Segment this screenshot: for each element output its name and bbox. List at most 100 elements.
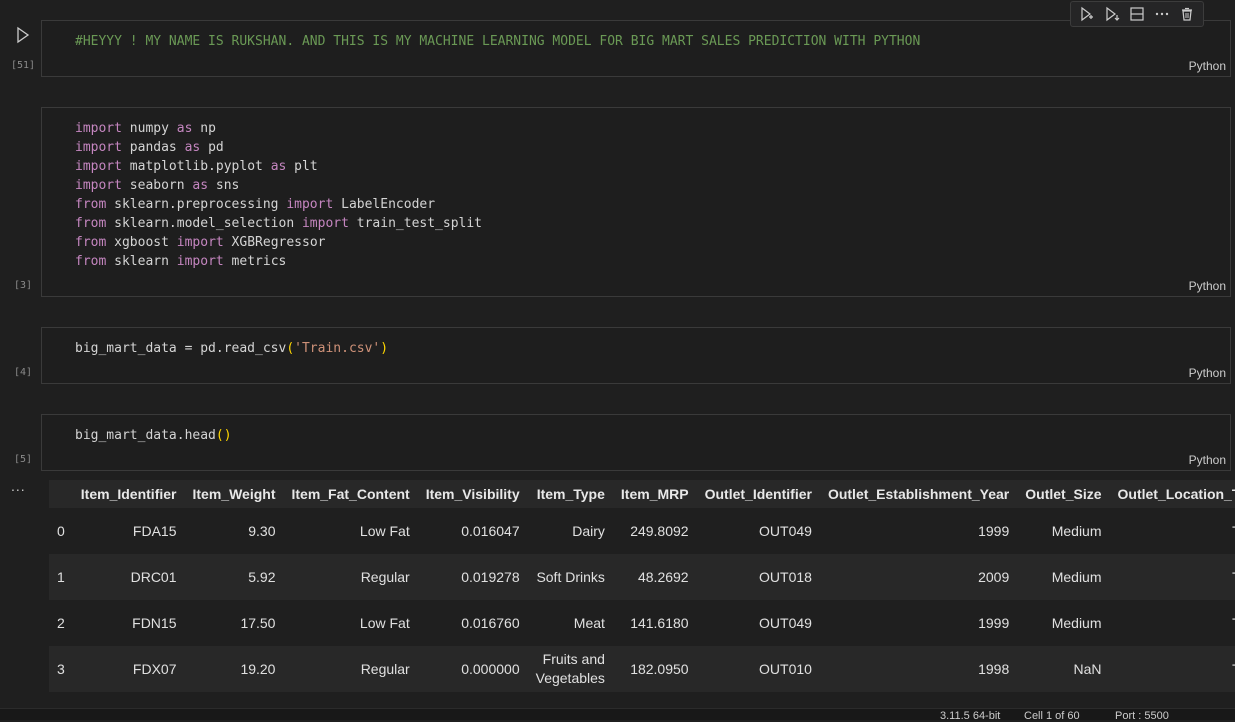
table-cell: 1998 — [820, 646, 1017, 692]
code-text: train_test_split — [349, 216, 482, 231]
table-cell: FDN15 — [73, 600, 185, 646]
live-server-port[interactable]: Port : 5500 — [1115, 710, 1169, 722]
table-cell: Tier — [1110, 646, 1235, 692]
code-paren: ) — [224, 428, 232, 443]
markdown-code-cell[interactable]: #HEYYY ! MY NAME IS RUKSHAN. AND THIS IS… — [41, 20, 1231, 77]
code-line: from xgboost import XGBRegressor — [75, 233, 482, 252]
table-cell: FDA15 — [73, 508, 185, 554]
code-keyword: import — [75, 178, 122, 193]
code-line: from sklearn.preprocessing import LabelE… — [75, 195, 482, 214]
cell-language-label[interactable]: Python — [1189, 279, 1226, 293]
table-cell: Soft Drinks — [528, 554, 613, 600]
code-cell[interactable]: big_mart_data = pd.read_csv('Train.csv')… — [41, 327, 1231, 384]
column-header: Item_Fat_Content — [283, 480, 417, 508]
table-cell: OUT010 — [697, 646, 820, 692]
code-paren: ( — [216, 428, 224, 443]
table-cell: 48.2692 — [613, 554, 697, 600]
table-cell: OUT049 — [697, 600, 820, 646]
table-cell: 19.20 — [185, 646, 284, 692]
execute-below-icon[interactable] — [1102, 4, 1122, 24]
column-header: Outlet_Size — [1017, 480, 1109, 508]
table-cell: 1999 — [820, 508, 1017, 554]
code-cell[interactable]: big_mart_data.head() Python — [41, 414, 1231, 471]
column-header: Outlet_Location_Typ — [1110, 480, 1235, 508]
column-header: Outlet_Establishment_Year — [820, 480, 1017, 508]
code-keyword: import — [286, 197, 333, 212]
execution-count: [51] — [11, 60, 41, 71]
split-cell-icon[interactable] — [1127, 4, 1147, 24]
code-keyword: import — [75, 140, 122, 155]
status-bar: 3.11.5 64-bit Cell 1 of 60 Port : 5500 — [0, 708, 1235, 720]
table-cell: 5.92 — [185, 554, 284, 600]
code-cell[interactable]: import numpy as npimport pandas as pdimp… — [41, 107, 1231, 297]
table-cell: 0.000000 — [418, 646, 528, 692]
table-cell: 182.0950 — [613, 646, 697, 692]
table-cell: OUT018 — [697, 554, 820, 600]
code-keyword: as — [185, 140, 201, 155]
table-cell: Low Fat — [283, 508, 417, 554]
code-text: pd — [200, 140, 223, 155]
table-cell: Regular — [283, 646, 417, 692]
code-text: LabelEncoder — [333, 197, 435, 212]
table-cell: Medium — [1017, 554, 1109, 600]
table-cell: 17.50 — [185, 600, 284, 646]
table-cell: DRC01 — [73, 554, 185, 600]
more-actions-icon[interactable] — [1152, 4, 1172, 24]
table-cell: 249.8092 — [613, 508, 697, 554]
table-cell: Regular — [283, 554, 417, 600]
column-header: Outlet_Identifier — [697, 480, 820, 508]
code-text: pandas — [122, 140, 185, 155]
table-cell: Meat — [528, 600, 613, 646]
cell-language-label[interactable]: Python — [1189, 366, 1226, 380]
code-keyword: import — [177, 254, 224, 269]
code-block: import numpy as npimport pandas as pdimp… — [75, 119, 482, 271]
table-cell: 9.30 — [185, 508, 284, 554]
delete-cell-icon[interactable] — [1177, 4, 1197, 24]
run-by-line-icon[interactable] — [1077, 4, 1097, 24]
table-cell: 1999 — [820, 600, 1017, 646]
cell-position[interactable]: Cell 1 of 60 — [1024, 710, 1080, 722]
column-header — [49, 480, 73, 508]
table-cell: Medium — [1017, 508, 1109, 554]
table-cell: Tier — [1110, 508, 1235, 554]
table-cell: 2009 — [820, 554, 1017, 600]
column-header: Item_Type — [528, 480, 613, 508]
table-header-row: Item_IdentifierItem_WeightItem_Fat_Conte… — [49, 480, 1235, 508]
table-cell: NaN — [1017, 646, 1109, 692]
code-line: #HEYYY ! MY NAME IS RUKSHAN. AND THIS IS… — [75, 32, 920, 51]
code-keyword: as — [271, 159, 287, 174]
cell-language-label[interactable]: Python — [1189, 453, 1226, 467]
code-line: import numpy as np — [75, 119, 482, 138]
table-row: 3FDX0719.20Regular0.000000Fruits and Veg… — [49, 646, 1235, 692]
table-cell: Tier — [1110, 600, 1235, 646]
code-line: from sklearn.model_selection import trai… — [75, 214, 482, 233]
column-header: Item_MRP — [613, 480, 697, 508]
code-line: import matplotlib.pyplot as plt — [75, 157, 482, 176]
execution-count: [4] — [14, 367, 44, 378]
table-row: 2FDN1517.50Low Fat0.016760Meat141.6180OU… — [49, 600, 1235, 646]
python-version[interactable]: 3.11.5 64-bit — [940, 710, 1000, 722]
output-more-actions[interactable]: ... — [11, 478, 26, 494]
code-text: xgboost — [106, 235, 176, 250]
code-text: sklearn.preprocessing — [106, 197, 286, 212]
execution-count: [5] — [14, 454, 44, 465]
table-cell: OUT049 — [697, 508, 820, 554]
run-cell-icon[interactable] — [14, 26, 32, 44]
code-text: matplotlib.pyplot — [122, 159, 271, 174]
code-keyword: import — [302, 216, 349, 231]
code-line: import seaborn as sns — [75, 176, 482, 195]
dataframe-output: Item_IdentifierItem_WeightItem_Fat_Conte… — [49, 480, 1235, 692]
code-line: import pandas as pd — [75, 138, 482, 157]
table-cell: Medium — [1017, 600, 1109, 646]
cell-language-label[interactable]: Python — [1189, 59, 1226, 73]
code-line: big_mart_data = pd.read_csv('Train.csv') — [75, 339, 388, 358]
code-keyword: from — [75, 254, 106, 269]
code-keyword: from — [75, 216, 106, 231]
code-text: numpy — [122, 121, 177, 136]
code-keyword: from — [75, 197, 106, 212]
code-string: 'Train.csv' — [294, 341, 380, 356]
table-cell: 141.6180 — [613, 600, 697, 646]
cell-toolbar — [1070, 1, 1204, 27]
code-line: big_mart_data.head() — [75, 426, 232, 445]
table-cell: FDX07 — [73, 646, 185, 692]
